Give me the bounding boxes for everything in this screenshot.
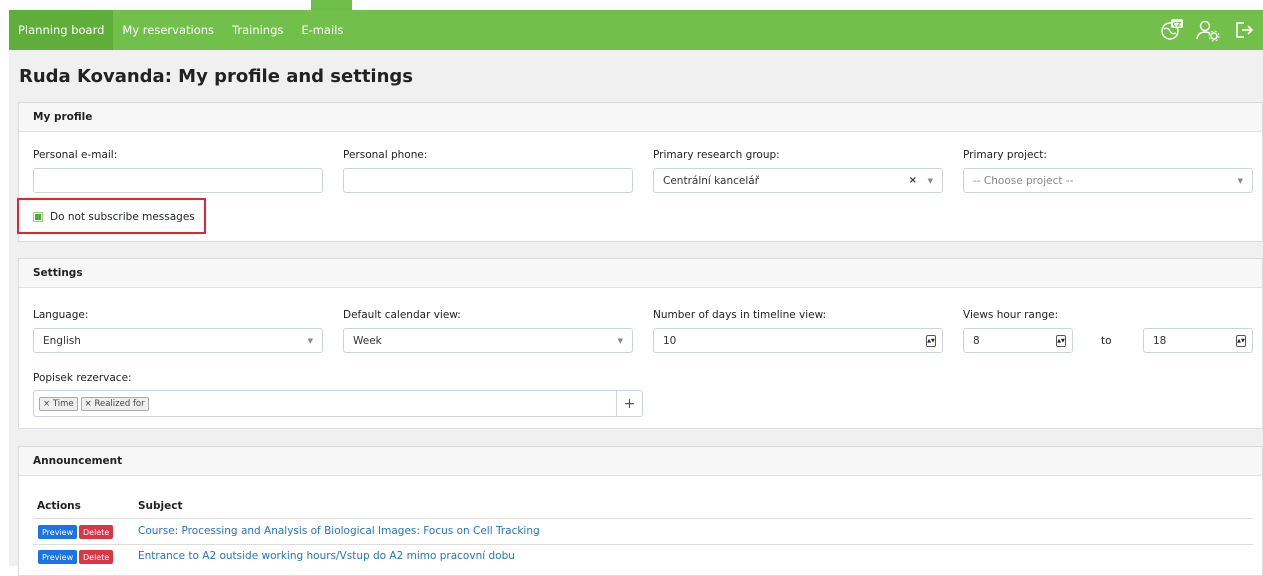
unsubscribe-checkbox[interactable] (33, 212, 43, 222)
preview-button[interactable]: Preview (38, 525, 78, 539)
calendar-view-value: Week (353, 334, 382, 347)
preview-button[interactable]: Preview (38, 550, 78, 564)
research-group-label: Primary research group: (653, 149, 780, 161)
table-divider (33, 518, 1253, 519)
calendar-view-label: Default calendar view: (343, 309, 461, 321)
delete-button[interactable]: Delete (79, 550, 114, 564)
calendar-view-select[interactable]: Week ▼ (343, 328, 633, 353)
unsubscribe-row[interactable]: Do not subscribe messages (33, 211, 195, 223)
nav-e-mails[interactable]: E-mails (292, 10, 352, 50)
clear-icon[interactable]: × (909, 175, 917, 186)
spinner-icon[interactable]: ▲▼ (1056, 335, 1066, 347)
announcement-subject-link[interactable]: Entrance to A2 outside working hours/Vst… (138, 550, 515, 562)
project-select[interactable]: -- Choose project -- ▼ (963, 168, 1253, 193)
add-tag-button[interactable]: + (616, 391, 642, 416)
popisek-label: Popisek rezervace: (33, 372, 132, 384)
hour-to-value: 18 (1153, 334, 1167, 347)
research-group-value: Centrální kancelář (663, 174, 760, 187)
project-placeholder: -- Choose project -- (973, 174, 1074, 187)
main-content: Ruda Kovanda: My profile and settings My… (9, 50, 1263, 576)
language-value: English (43, 334, 81, 347)
phone-label: Personal phone: (343, 149, 428, 161)
hour-from-value: 8 (973, 334, 980, 347)
announcement-subject-link[interactable]: Course: Processing and Analysis of Biolo… (138, 525, 540, 537)
profile-card-header: My profile (19, 103, 1262, 132)
navbar: Planning board My reservations Trainings… (9, 10, 1263, 50)
nav-trainings[interactable]: Trainings (223, 10, 292, 50)
spinner-icon[interactable]: ▲▼ (1236, 335, 1246, 347)
chevron-down-icon: ▼ (927, 177, 933, 185)
nav-planning-board[interactable]: Planning board (9, 10, 114, 50)
table-divider (33, 544, 1253, 545)
language-label: Language: (33, 309, 89, 321)
hour-to-input[interactable]: 18 ▲▼ (1143, 328, 1253, 353)
unsubscribe-label: Do not subscribe messages (50, 211, 195, 223)
chevron-down-icon: ▼ (617, 337, 623, 345)
language-select[interactable]: English ▼ (33, 328, 323, 353)
chevron-down-icon: ▼ (1237, 177, 1243, 185)
page-title: Ruda Kovanda: My profile and settings (19, 66, 414, 87)
popisek-tags-input[interactable]: × Time × Realized for + (33, 390, 643, 417)
col-actions-header: Actions (37, 500, 81, 512)
tag-time[interactable]: × Time (39, 396, 78, 411)
hour-range-label: Views hour range: (963, 309, 1059, 321)
tag-realized-for[interactable]: × Realized for (80, 396, 149, 411)
top-strip (0, 0, 1263, 10)
chevron-down-icon: ▼ (307, 337, 313, 345)
email-field[interactable] (33, 168, 323, 193)
phone-field[interactable] (343, 168, 633, 193)
logout-icon[interactable] (1231, 17, 1257, 43)
timeline-days-label: Number of days in timeline view: (653, 309, 827, 321)
user-settings-icon[interactable] (1195, 17, 1221, 43)
delete-button[interactable]: Delete (79, 525, 114, 539)
nav-right-icons: CZ (1159, 17, 1263, 43)
project-label: Primary project: (963, 149, 1047, 161)
announcement-card-header: Announcement (19, 447, 1262, 476)
tag-realized-for-label: Realized for (94, 398, 145, 409)
research-group-select[interactable]: Centrální kancelář × ▼ (653, 168, 943, 193)
timeline-days-value: 10 (663, 334, 677, 347)
hour-to-label: to (1101, 335, 1112, 347)
hour-from-input[interactable]: 8 ▲▼ (963, 328, 1073, 353)
col-subject-header: Subject (138, 500, 183, 512)
timeline-days-input[interactable]: 10 ▲▼ (653, 328, 943, 353)
top-accent (311, 0, 352, 10)
settings-card-header: Settings (19, 259, 1262, 288)
email-label: Personal e-mail: (33, 149, 118, 161)
spinner-icon[interactable]: ▲▼ (926, 335, 936, 347)
language-badge-text: CZ (1173, 21, 1182, 28)
nav-my-reservations[interactable]: My reservations (113, 10, 223, 50)
language-globe-icon[interactable]: CZ (1159, 17, 1185, 43)
tag-time-label: Time (52, 398, 74, 409)
